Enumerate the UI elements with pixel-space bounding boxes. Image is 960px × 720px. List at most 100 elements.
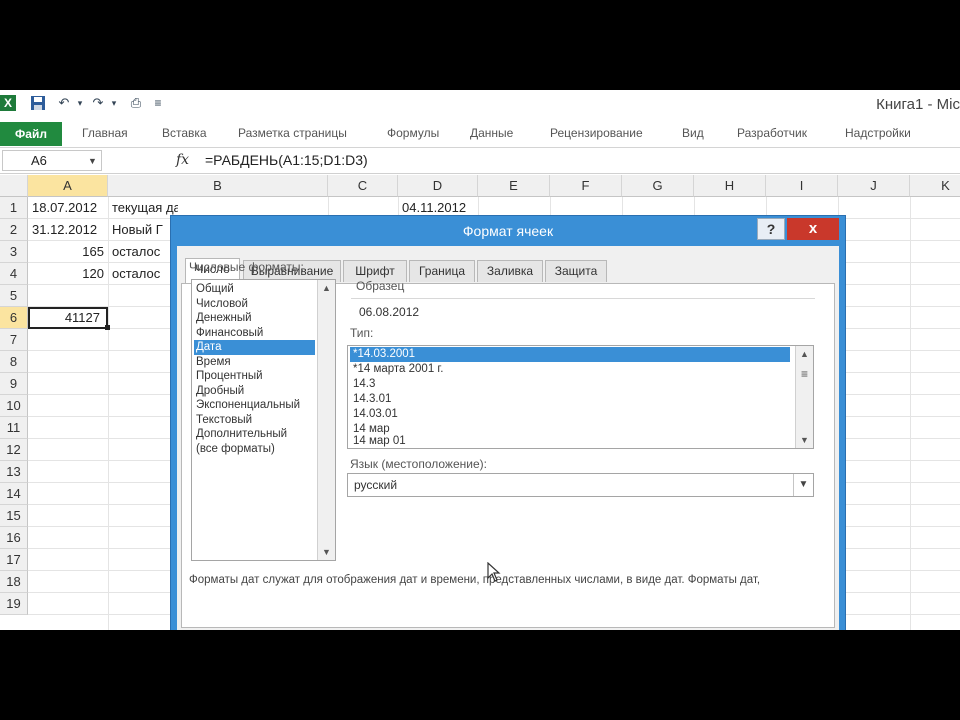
cell-a1[interactable]: 18.07.2012 xyxy=(28,197,108,219)
row-header[interactable]: 7 xyxy=(0,329,28,351)
row-header[interactable]: 9 xyxy=(0,373,28,395)
row-header[interactable]: 1 xyxy=(0,197,28,219)
formula-input[interactable]: =РАБДЕНЬ(A1:15;D1:D3) xyxy=(205,152,368,168)
chevron-down-icon[interactable]: ▼ xyxy=(793,474,813,496)
row-header[interactable]: 5 xyxy=(0,285,28,307)
tab-formulas[interactable]: Формулы xyxy=(387,126,439,140)
row-header[interactable]: 16 xyxy=(0,527,28,549)
row-header[interactable]: 19 xyxy=(0,593,28,615)
cell-a4[interactable]: 120 xyxy=(28,263,108,285)
list-item[interactable]: Экспоненциальный xyxy=(194,398,315,413)
list-item[interactable]: Числовой xyxy=(194,297,315,312)
row-header[interactable]: 8 xyxy=(0,351,28,373)
row-header[interactable]: 13 xyxy=(0,461,28,483)
chevron-down-icon[interactable]: ▼ xyxy=(88,156,97,166)
scroll-thumb-icon[interactable]: ≡ xyxy=(796,366,813,382)
tab-addins[interactable]: Надстройки xyxy=(845,126,911,140)
list-item-selected[interactable]: *14.03.2001 xyxy=(350,347,790,362)
list-item[interactable]: 14 мар 01 xyxy=(350,434,790,449)
scroll-up-icon[interactable]: ▲ xyxy=(318,280,335,296)
column-header[interactable]: A xyxy=(28,175,108,197)
row-header[interactable]: 4 xyxy=(0,263,28,285)
cell-b1[interactable]: текущая дата xyxy=(108,197,178,219)
redo-icon[interactable]: ↷ xyxy=(90,95,106,111)
tab-view[interactable]: Вид xyxy=(682,126,704,140)
list-item[interactable]: 14.3 xyxy=(350,377,790,392)
column-header[interactable]: G xyxy=(622,175,694,197)
close-button[interactable]: x xyxy=(787,218,839,240)
tab-insert[interactable]: Вставка xyxy=(162,126,207,140)
cell-a3[interactable]: 165 xyxy=(28,241,108,263)
dialog-title-bar[interactable]: Формат ячеек ? x xyxy=(171,216,845,246)
list-item[interactable]: 14.03.01 xyxy=(350,407,790,422)
row-header[interactable]: 14 xyxy=(0,483,28,505)
row-header[interactable]: 11 xyxy=(0,417,28,439)
redo-dropdown-icon[interactable]: ▾ xyxy=(106,95,122,111)
insert-function-icon[interactable]: fx xyxy=(176,152,189,168)
excel-logo-icon[interactable]: X xyxy=(0,95,16,111)
column-header[interactable]: K xyxy=(910,175,960,197)
locale-value: русский xyxy=(354,478,398,492)
tab-review[interactable]: Рецензирование xyxy=(550,126,643,140)
list-item[interactable]: Общий xyxy=(194,282,315,297)
fill-handle[interactable] xyxy=(105,325,110,330)
help-button[interactable]: ? xyxy=(757,218,785,240)
row-header[interactable]: 2 xyxy=(0,219,28,241)
column-header[interactable]: I xyxy=(766,175,838,197)
column-header[interactable]: B xyxy=(108,175,328,197)
list-item[interactable]: (все форматы) xyxy=(194,442,315,457)
locale-select[interactable]: русский ▼ xyxy=(347,473,814,497)
list-item[interactable]: 14.3.01 xyxy=(350,392,790,407)
tab-data[interactable]: Данные xyxy=(470,126,513,140)
column-header[interactable]: C xyxy=(328,175,398,197)
tab-home[interactable]: Главная xyxy=(82,126,128,140)
cell-b4[interactable]: осталос xyxy=(108,263,172,285)
column-header[interactable]: E xyxy=(478,175,550,197)
tab-developer[interactable]: Разработчик xyxy=(737,126,807,140)
category-list[interactable]: Общий Числовой Денежный Финансовый Дата … xyxy=(191,279,336,561)
list-item[interactable]: *14 марта 2001 г. xyxy=(350,362,790,377)
row-header[interactable]: 18 xyxy=(0,571,28,593)
row-header[interactable]: 15 xyxy=(0,505,28,527)
tab-border[interactable]: Граница xyxy=(409,260,475,282)
print-preview-icon[interactable]: ⎙ xyxy=(128,95,144,111)
column-header[interactable]: J xyxy=(838,175,910,197)
row-header[interactable]: 12 xyxy=(0,439,28,461)
list-item[interactable]: Процентный xyxy=(194,369,315,384)
list-item[interactable]: Дополнительный xyxy=(194,427,315,442)
tab-file[interactable]: Файл xyxy=(0,122,62,146)
cell-a2[interactable]: 31.12.2012 xyxy=(28,219,108,241)
row-header[interactable]: 10 xyxy=(0,395,28,417)
list-item-selected[interactable]: Дата xyxy=(194,340,315,355)
type-scrollbar[interactable]: ▲ ≡ ▼ xyxy=(795,346,813,448)
locale-label: Язык (местоположение): xyxy=(350,457,487,471)
scroll-down-icon[interactable]: ▼ xyxy=(318,544,335,560)
scroll-down-icon[interactable]: ▼ xyxy=(796,432,813,448)
cell-b3[interactable]: осталос xyxy=(108,241,172,263)
list-item[interactable]: Финансовый xyxy=(194,326,315,341)
tab-fill[interactable]: Заливка xyxy=(477,260,543,282)
column-header[interactable]: H xyxy=(694,175,766,197)
customize-qat-icon[interactable]: ≡ xyxy=(150,95,166,111)
column-header[interactable]: D xyxy=(398,175,478,197)
name-box[interactable]: A6 xyxy=(2,150,102,171)
row-header[interactable]: 17 xyxy=(0,549,28,571)
undo-dropdown-icon[interactable]: ▾ xyxy=(72,95,88,111)
tab-page-layout[interactable]: Разметка страницы xyxy=(238,126,347,140)
category-scrollbar[interactable]: ▲ ▼ xyxy=(317,280,335,560)
tab-protection[interactable]: Защита xyxy=(545,260,607,282)
row-header[interactable]: 6 xyxy=(0,307,28,329)
select-all-corner[interactable] xyxy=(0,175,28,197)
type-list[interactable]: *14.03.2001 *14 марта 2001 г. 14.3 14.3.… xyxy=(347,345,814,449)
undo-icon[interactable]: ↶ xyxy=(56,95,72,111)
cell-b2[interactable]: Новый Г xyxy=(108,219,172,241)
scroll-up-icon[interactable]: ▲ xyxy=(796,346,813,362)
column-header[interactable]: F xyxy=(550,175,622,197)
save-icon[interactable] xyxy=(30,95,46,111)
row-header[interactable]: 3 xyxy=(0,241,28,263)
list-item[interactable]: Дробный xyxy=(194,384,315,399)
list-item[interactable]: Текстовый xyxy=(194,413,315,428)
list-item[interactable]: Время xyxy=(194,355,315,370)
list-item[interactable]: Денежный xyxy=(194,311,315,326)
cell-a6-active[interactable]: 41127 xyxy=(28,307,108,329)
